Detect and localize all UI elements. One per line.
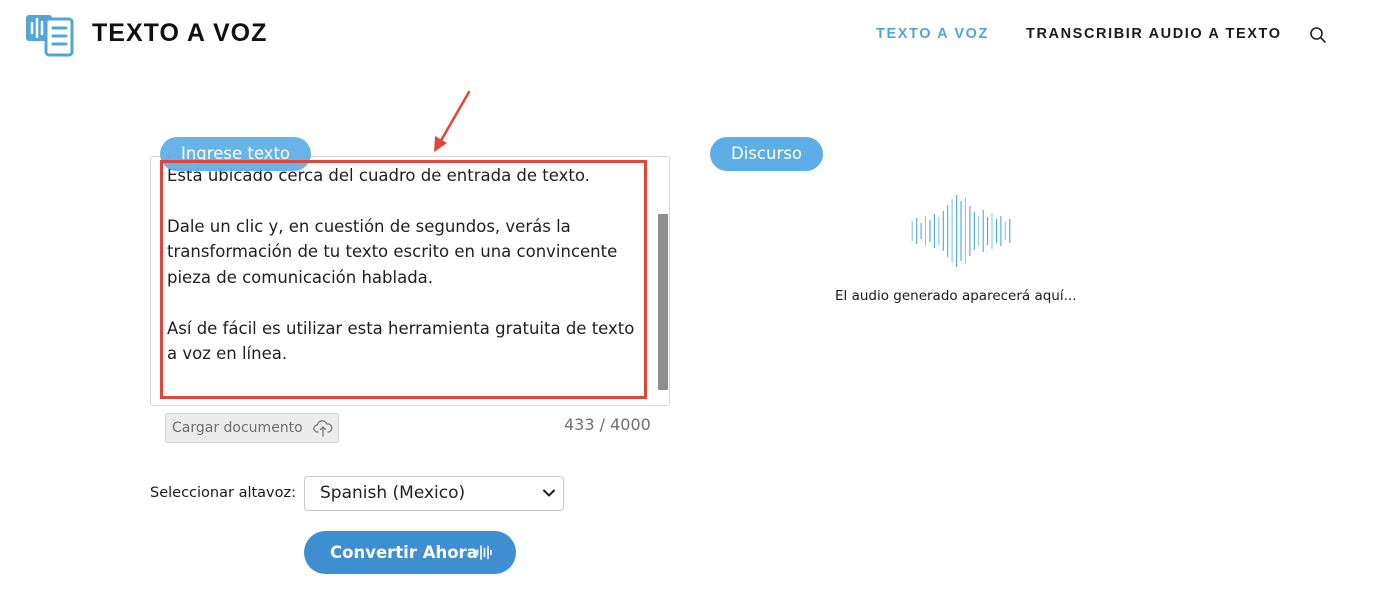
text-input-area[interactable]: presione sobre el botón “Convertir ahora… <box>150 156 670 406</box>
audio-placeholder-text: El audio generado aparecerá aquí... <box>835 288 1077 304</box>
search-icon[interactable] <box>1309 26 1327 44</box>
text-scrollbar[interactable] <box>658 214 668 390</box>
input-panel-label: Ingrese texto <box>160 137 311 171</box>
upload-document-button[interactable]: Cargar documento <box>165 413 339 443</box>
waveform-icon <box>476 545 492 560</box>
audio-waveform-icon <box>911 195 1011 267</box>
speech-panel-label: Discurso <box>710 137 823 171</box>
brand-title[interactable]: TEXTO A VOZ <box>92 19 267 48</box>
logo-icon <box>26 15 74 57</box>
convert-now-label: Convertir Ahora <box>330 543 478 562</box>
nav-transcribir-audio[interactable]: TRANSCRIBIR AUDIO A TEXTO <box>1026 26 1282 42</box>
voice-select[interactable]: Spanish (Mexico) <box>304 476 564 511</box>
cloud-upload-icon <box>313 420 333 437</box>
upload-document-label: Cargar documento <box>172 420 303 436</box>
convert-now-button[interactable]: Convertir Ahora <box>304 531 516 574</box>
nav-texto-a-voz[interactable]: TEXTO A VOZ <box>876 26 989 42</box>
character-count: 433 / 4000 <box>564 415 651 434</box>
voice-selected-value: Spanish (Mexico) <box>320 483 466 503</box>
voice-select-label: Seleccionar altavoz: <box>150 485 296 501</box>
chevron-down-icon <box>543 489 555 497</box>
text-input-content[interactable]: presione sobre el botón “Convertir ahora… <box>167 157 649 367</box>
annotation-arrow-icon <box>434 90 471 152</box>
